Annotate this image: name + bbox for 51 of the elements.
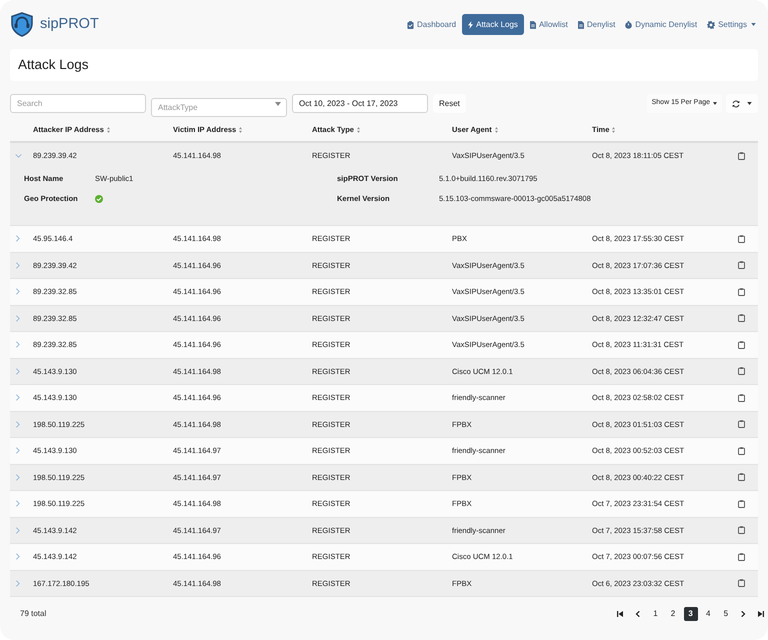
clipboard-icon[interactable] [738,367,745,376]
clipboard-icon[interactable] [738,446,745,455]
clipboard-icon[interactable] [738,314,745,322]
clipboard-icon[interactable] [738,420,745,428]
date-range-field[interactable]: Oct 10, 2023 - Oct 17, 2023 [292,94,428,113]
sort-icon [612,126,616,132]
page-button[interactable]: 4 [701,607,716,621]
refresh-icon [732,100,740,108]
app-name: sipPROT [40,17,99,32]
total-count: 79 total [20,608,46,620]
page-button[interactable]: 5 [718,607,733,621]
caret-icon [751,23,756,26]
settings-icon [707,20,716,28]
clipboard-icon[interactable] [738,526,745,534]
nav-link[interactable]: Allowlist [526,14,572,35]
page-title: Attack Logs [18,58,89,72]
page-button[interactable]: 1 [648,607,662,621]
refresh-menu-button[interactable] [726,94,758,113]
clipboard-icon[interactable] [738,394,745,402]
nav-link[interactable]: Attack Logs [462,14,524,35]
caret-icon [275,102,281,106]
search-field[interactable]: Search [10,94,146,113]
bolt-icon [468,20,474,28]
clipboard-icon [406,20,414,28]
document-icon [530,20,536,28]
clipboard-icon[interactable] [738,288,745,296]
caret-icon [713,102,717,105]
nav-link[interactable]: Dynamic Denylist [621,14,702,35]
sort-icon [356,126,360,132]
shield-icon [10,12,34,37]
clipboard-icon[interactable] [738,500,745,508]
reset-button[interactable]: Reset [433,94,466,113]
sort-icon [106,126,110,132]
page-button[interactable]: 2 [666,607,680,621]
nav-link[interactable]: Settings [703,14,760,35]
nav-link[interactable]: Dashboard [402,14,460,35]
document-icon [578,20,584,28]
clipboard-icon[interactable] [738,340,745,349]
attack-type-select[interactable]: AttackType [151,98,287,117]
caret-icon [747,102,752,105]
clipboard-icon[interactable] [738,473,745,482]
stopwatch-icon [625,20,632,28]
sort-icon [239,126,242,132]
nav-link[interactable]: Denylist [574,14,620,35]
page-button[interactable]: 3 [684,607,698,621]
clipboard-icon[interactable] [738,579,745,588]
clipboard-icon[interactable] [738,552,745,561]
sort-icon [494,126,498,132]
clipboard-icon[interactable] [738,261,745,270]
clipboard-icon[interactable] [738,234,745,243]
clipboard-icon[interactable] [738,152,745,160]
